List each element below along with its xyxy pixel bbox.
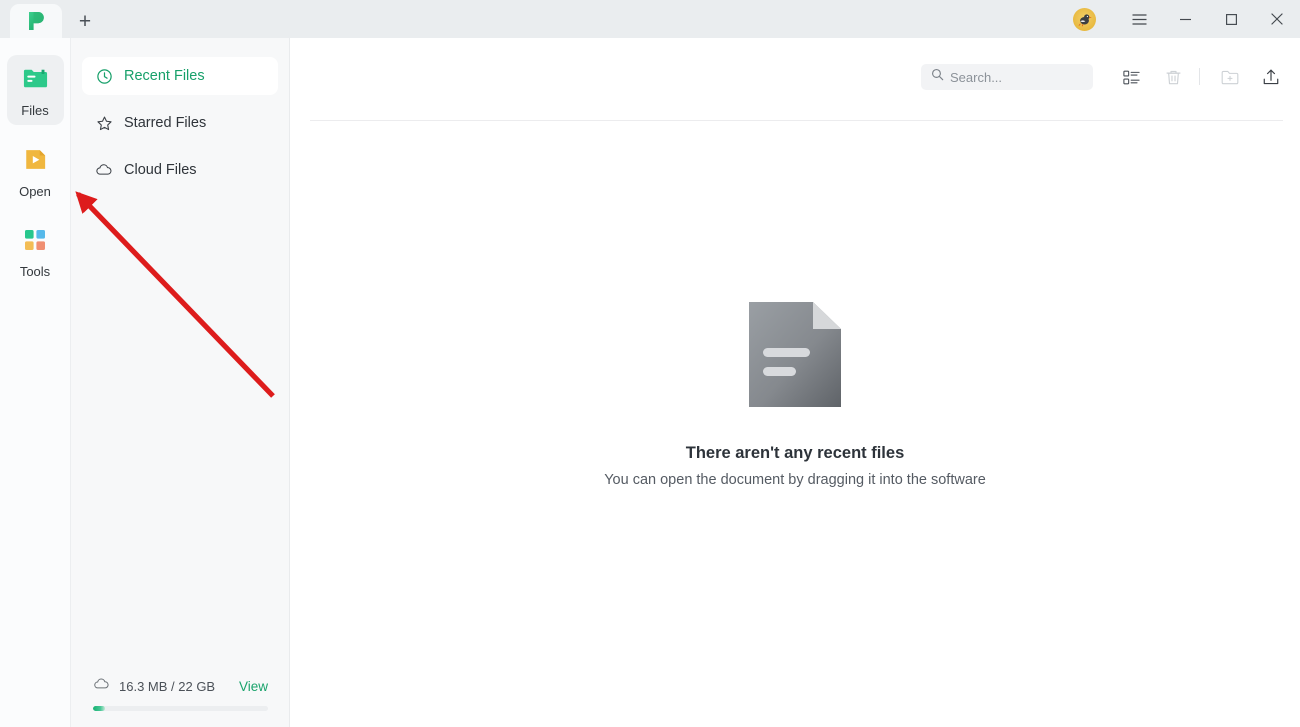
list-view-icon[interactable] [1118,64,1144,90]
secondary-nav-panel: Recent Files Starred Files Cloud Files 1… [71,38,290,727]
nav-item-cloud-files[interactable]: Cloud Files [82,151,278,189]
user-avatar-bird-icon[interactable] [1073,7,1096,31]
sidebar-item-files[interactable]: Files [6,55,64,125]
nav-item-label: Cloud Files [124,162,197,178]
primary-sidebar: Files Open Tools [0,38,71,727]
files-folder-icon [22,65,49,97]
close-icon[interactable] [1254,0,1300,38]
toolbar-separator [1199,68,1200,85]
app-window: + Files Open Tools Recent Files Starred … [0,0,1300,727]
search-placeholder: Search... [950,69,1003,85]
storage-row: 16.3 MB / 22 GB View [93,676,268,697]
empty-state-title: There aren't any recent files [685,444,905,462]
new-tab-button[interactable]: + [66,4,104,38]
hamburger-menu-icon[interactable] [1116,0,1162,38]
nav-list: Recent Files Starred Files Cloud Files [71,38,289,189]
content-toolbar: Search... [290,38,1300,120]
open-play-icon [22,146,49,178]
nav-item-label: Starred Files [124,115,207,131]
storage-progress-bar [93,706,268,711]
window-controls [1073,0,1300,38]
new-folder-icon[interactable] [1217,64,1243,90]
browser-tab-active[interactable] [10,4,62,38]
storage-progress-fill [93,706,105,711]
search-icon [931,68,944,86]
nav-item-recent-files[interactable]: Recent Files [82,57,278,95]
nav-item-label: Recent Files [124,68,205,84]
search-input[interactable]: Search... [921,64,1093,90]
title-bar: + [0,0,1300,38]
empty-state: There aren't any recent files You can op… [290,120,1300,727]
storage-view-link[interactable]: View [239,679,268,694]
sidebar-item-tools[interactable]: Tools [7,217,64,286]
sidebar-item-label: Open [19,184,51,199]
trash-icon[interactable] [1160,64,1186,90]
main-content: Search... There aren't any recent files … [290,38,1300,727]
empty-state-subtitle: You can open the document by dragging it… [604,472,986,488]
sidebar-item-label: Files [21,103,49,118]
storage-footer: 16.3 MB / 22 GB View [71,676,290,727]
document-placeholder-icon [749,302,841,407]
upload-icon[interactable] [1258,64,1284,90]
clock-icon [95,67,113,85]
storage-usage-text: 16.3 MB / 22 GB [119,679,216,694]
pdfelement-p-logo-icon [24,9,48,33]
sidebar-item-open[interactable]: Open [7,136,64,206]
cloud-icon [95,161,113,179]
cloud-icon [93,676,110,697]
sidebar-item-label: Tools [19,264,51,279]
nav-item-starred-files[interactable]: Starred Files [82,104,278,142]
minimize-icon[interactable] [1162,0,1208,38]
maximize-icon[interactable] [1208,0,1254,38]
tools-grid-icon [22,227,48,258]
star-icon [95,114,113,132]
